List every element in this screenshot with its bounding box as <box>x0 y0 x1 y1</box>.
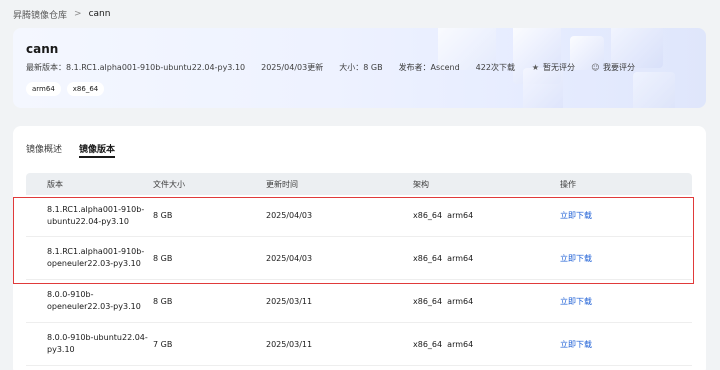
versions-card: 镜像概述 镜像版本 版本 文件大小 更新时间 架构 操作 8.1.RC1.alp… <box>13 126 706 370</box>
date-cell: 2025/04/03 <box>266 211 313 220</box>
size-cell: 7 GB <box>153 339 173 349</box>
column-header-action: 操作 <box>560 179 576 189</box>
version-line: 8.1.RC1.alpha001-910b- <box>47 204 145 214</box>
table-row: 8.1.RC1.alpha001-910b- openeuler22.03-py… <box>26 237 692 280</box>
arch-cell: x86_64 arm64 <box>413 296 474 306</box>
arch-tag-arm64: arm64 <box>26 82 61 96</box>
latest-version: 最新版本：8.1.RC1.alpha001-910b-ubuntu22.04-p… <box>26 62 246 72</box>
tab-versions[interactable]: 镜像版本 <box>79 142 116 158</box>
column-header-version: 版本 <box>47 179 63 189</box>
rate-icon[interactable]: ☺ <box>591 63 600 72</box>
breadcrumb-current: cann <box>88 9 111 19</box>
version-cell: 8.1.RC1.alpha001-910b- openeuler22.03-py… <box>26 246 153 270</box>
column-header-size: 文件大小 <box>153 179 185 189</box>
date-cell: 2025/03/11 <box>266 296 313 306</box>
table-row: 8.1.RC1.alpha001-910b- ubuntu22.04-py3.1… <box>26 195 692 237</box>
table-row: 8.0.0-910b-ubuntu22.04- py3.10 7 GB 2025… <box>26 323 692 366</box>
arch-cell: x86_64 arm64 <box>413 339 474 349</box>
download-link[interactable]: 立即下载 <box>560 340 592 349</box>
star-icon: ★ <box>531 62 540 72</box>
version-line: py3.10 <box>47 345 75 354</box>
download-link[interactable]: 立即下载 <box>560 211 592 220</box>
image-title: cann <box>26 42 59 56</box>
size-cell: 8 GB <box>153 253 173 263</box>
size-cell: 8 GB <box>153 296 173 306</box>
download-count: 422次下载 <box>475 62 515 72</box>
image-header-banner: cann 最新版本：8.1.RC1.alpha001-910b-ubuntu22… <box>13 28 706 108</box>
version-cell: 8.0.0-910b-ubuntu22.04- py3.10 <box>26 332 153 356</box>
banner-decoration <box>633 72 675 108</box>
banner-decoration <box>523 68 563 108</box>
column-header-arch: 架构 <box>413 179 429 189</box>
arch-cell: x86_64 arm64 <box>413 211 474 220</box>
tab-overview[interactable]: 镜像概述 <box>26 142 62 158</box>
versions-table: 版本 文件大小 更新时间 架构 操作 8.1.RC1.alpha001-910b… <box>26 173 692 366</box>
version-line: openeuler22.03-py3.10 <box>47 302 141 311</box>
version-line: ubuntu22.04-py3.10 <box>47 216 129 226</box>
download-link[interactable]: 立即下载 <box>560 297 592 306</box>
version-cell: 8.1.RC1.alpha001-910b- ubuntu22.04-py3.1… <box>26 204 153 228</box>
updated-date: 2025/04/03更新 <box>261 62 324 72</box>
arch-tags: arm64 x86_64 <box>26 82 105 96</box>
date-cell: 2025/04/03 <box>266 253 313 263</box>
rating-status: 暂无评分 <box>542 62 575 72</box>
size-cell: 8 GB <box>153 211 173 220</box>
version-line: 8.1.RC1.alpha001-910b- <box>47 247 145 256</box>
tab-bar: 镜像概述 镜像版本 <box>26 142 116 158</box>
version-line: 8.0.0-910b- <box>47 290 94 299</box>
date-cell: 2025/03/11 <box>266 339 313 349</box>
chevron-right-icon: > <box>74 9 82 19</box>
image-size: 大小：8 GB <box>339 62 383 72</box>
breadcrumb: 昇腾镜像仓库 > cann <box>13 7 110 21</box>
publisher: 发布者：Ascend <box>398 62 460 72</box>
breadcrumb-root-link[interactable]: 昇腾镜像仓库 <box>13 8 67 21</box>
table-row: 8.0.0-910b- openeuler22.03-py3.10 8 GB 2… <box>26 280 692 323</box>
arch-cell: x86_64 arm64 <box>413 253 474 263</box>
arch-tag-x86_64: x86_64 <box>66 82 105 96</box>
table-header: 版本 文件大小 更新时间 架构 操作 <box>26 173 692 195</box>
image-meta: 最新版本：8.1.RC1.alpha001-910b-ubuntu22.04-p… <box>26 61 635 73</box>
download-link[interactable]: 立即下载 <box>560 254 592 263</box>
rate-button[interactable]: 我要评分 <box>603 62 635 73</box>
version-line: 8.0.0-910b-ubuntu22.04- <box>47 333 148 342</box>
version-line: openeuler22.03-py3.10 <box>47 259 141 268</box>
version-cell: 8.0.0-910b- openeuler22.03-py3.10 <box>26 289 153 313</box>
column-header-updated: 更新时间 <box>266 179 298 189</box>
